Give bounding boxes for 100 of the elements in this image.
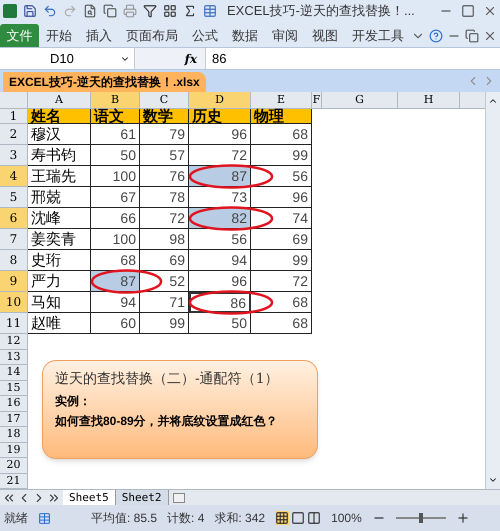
restore-icon[interactable] bbox=[465, 28, 479, 42]
table-cell: 69 bbox=[251, 229, 312, 250]
table-cell: 100 bbox=[91, 166, 140, 187]
column-header[interactable]: D bbox=[189, 92, 251, 108]
sheet-tab[interactable]: Sheet5 bbox=[63, 490, 116, 505]
copy-icon[interactable] bbox=[103, 4, 117, 18]
row-header[interactable]: 15 bbox=[0, 380, 28, 396]
column-header[interactable]: F bbox=[312, 92, 322, 108]
table-cell: 68 bbox=[91, 250, 140, 271]
sum-label: 求和: 342 bbox=[214, 510, 266, 527]
file-tab[interactable]: 文件 bbox=[0, 24, 39, 47]
ribbon-tab[interactable]: 插入 bbox=[79, 24, 119, 47]
row-header[interactable]: 6 bbox=[0, 208, 28, 229]
row-header[interactable]: 7 bbox=[0, 229, 28, 250]
formula-field[interactable]: 86 bbox=[205, 48, 500, 69]
row-header[interactable]: 20 bbox=[0, 458, 28, 474]
table-cell: 72 bbox=[251, 271, 312, 292]
table-cell: 历史 bbox=[189, 109, 251, 124]
ribbon-tab[interactable]: 页面布局 bbox=[119, 24, 185, 47]
table-cell: 50 bbox=[189, 313, 251, 334]
column-header[interactable]: E bbox=[251, 92, 312, 108]
table-cell: 穆汉 bbox=[28, 124, 91, 145]
row-header[interactable]: 18 bbox=[0, 427, 28, 442]
column-header[interactable]: B bbox=[91, 92, 140, 108]
table-cell: 68 bbox=[251, 292, 312, 313]
table-cell: 99 bbox=[251, 250, 312, 271]
row-header[interactable]: 11 bbox=[0, 313, 28, 334]
ribbon-tab[interactable]: 数据 bbox=[225, 24, 265, 47]
table-cell: 57 bbox=[140, 145, 189, 166]
table-cell: 94 bbox=[189, 250, 251, 271]
vertical-scrollbar[interactable] bbox=[485, 92, 500, 489]
zoom-label[interactable]: 100% bbox=[331, 509, 362, 527]
table-cell: 99 bbox=[140, 313, 189, 334]
column-header[interactable]: G bbox=[322, 92, 398, 108]
table-cell: 100 bbox=[91, 229, 140, 250]
row-header[interactable]: 12 bbox=[0, 334, 28, 350]
table-cell: 74 bbox=[251, 208, 312, 229]
ribbon-tab[interactable]: 审阅 bbox=[265, 24, 305, 47]
print-preview-icon[interactable] bbox=[83, 4, 97, 18]
undo-icon[interactable] bbox=[43, 4, 57, 18]
maximize-icon[interactable] bbox=[461, 4, 475, 18]
table-cell: 96 bbox=[251, 187, 312, 208]
table-cell: 姜奕青 bbox=[28, 229, 91, 250]
row-header[interactable]: 2 bbox=[0, 124, 28, 145]
row-header[interactable]: 1 bbox=[0, 109, 28, 124]
document-tab[interactable]: EXCEL技巧-逆天的查找替换！.xlsx bbox=[3, 72, 206, 92]
table-cell: 78 bbox=[140, 187, 189, 208]
table-cell: 赵唯 bbox=[28, 313, 91, 334]
function-label[interactable]: fx bbox=[184, 50, 197, 68]
filter-icon[interactable] bbox=[143, 4, 157, 18]
count-label: 计数: 4 bbox=[167, 510, 204, 527]
column-header[interactable]: H bbox=[398, 92, 460, 108]
table-cell: 物理 bbox=[251, 109, 312, 124]
row-header[interactable]: 14 bbox=[0, 365, 28, 380]
table-cell: 66 bbox=[91, 208, 140, 229]
table-cell: 56 bbox=[189, 229, 251, 250]
page-layout-icon[interactable] bbox=[291, 511, 306, 525]
row-header[interactable]: 13 bbox=[0, 350, 28, 365]
ribbon-tab[interactable]: 开发工具 bbox=[345, 24, 411, 47]
new-sheet-icon[interactable] bbox=[172, 492, 184, 502]
ribbon-tab[interactable]: 开始 bbox=[39, 24, 79, 47]
table-cell: 68 bbox=[251, 124, 312, 145]
table-cell: 50 bbox=[91, 145, 140, 166]
ribbon-tab[interactable]: 公式 bbox=[185, 24, 225, 47]
sum-icon[interactable] bbox=[183, 4, 197, 18]
row-header[interactable]: 9 bbox=[0, 271, 28, 292]
table-cell: 严力 bbox=[28, 271, 91, 292]
table-cell: 60 bbox=[91, 313, 140, 334]
normal-view-icon[interactable] bbox=[275, 511, 290, 525]
table-cell: 76 bbox=[140, 166, 189, 187]
zoom-thumb[interactable] bbox=[418, 513, 423, 523]
row-header[interactable]: 5 bbox=[0, 187, 28, 208]
row-header[interactable]: 8 bbox=[0, 250, 28, 271]
table-cell: 56 bbox=[251, 166, 312, 187]
row-header[interactable]: 17 bbox=[0, 412, 28, 427]
window-title: EXCEL技巧-逆天的查找替换！... bbox=[227, 2, 415, 20]
save-icon[interactable] bbox=[23, 4, 37, 18]
table-cell: 姓名 bbox=[28, 109, 91, 124]
table-cell: 98 bbox=[140, 229, 189, 250]
row-header[interactable]: 3 bbox=[0, 145, 28, 166]
table-cell: 数学 bbox=[140, 109, 189, 124]
ribbon-tab[interactable]: 视图 bbox=[305, 24, 345, 47]
close-icon[interactable] bbox=[483, 4, 497, 18]
zoom-in-icon[interactable] bbox=[456, 511, 470, 525]
row-header[interactable]: 10 bbox=[0, 292, 28, 313]
row-header[interactable]: 4 bbox=[0, 166, 28, 187]
table-cell: 96 bbox=[189, 271, 251, 292]
row-header[interactable]: 19 bbox=[0, 442, 28, 458]
help-icon[interactable] bbox=[429, 28, 443, 42]
callout-question: 如何查找80-89分，并将底纹设置成红色？ bbox=[55, 413, 279, 430]
row-header[interactable]: 16 bbox=[0, 396, 28, 412]
average-label: 平均值: 85.5 bbox=[91, 510, 158, 527]
row-header[interactable]: 21 bbox=[0, 474, 28, 489]
table-cell: 96 bbox=[189, 124, 251, 145]
table-cell: 王瑞先 bbox=[28, 166, 91, 187]
table-cell: 72 bbox=[189, 145, 251, 166]
table-cell: 67 bbox=[91, 187, 140, 208]
table-cell: 94 bbox=[91, 292, 140, 313]
page-break-icon[interactable] bbox=[307, 511, 322, 525]
sheet-tab[interactable]: Sheet2 bbox=[116, 490, 168, 505]
